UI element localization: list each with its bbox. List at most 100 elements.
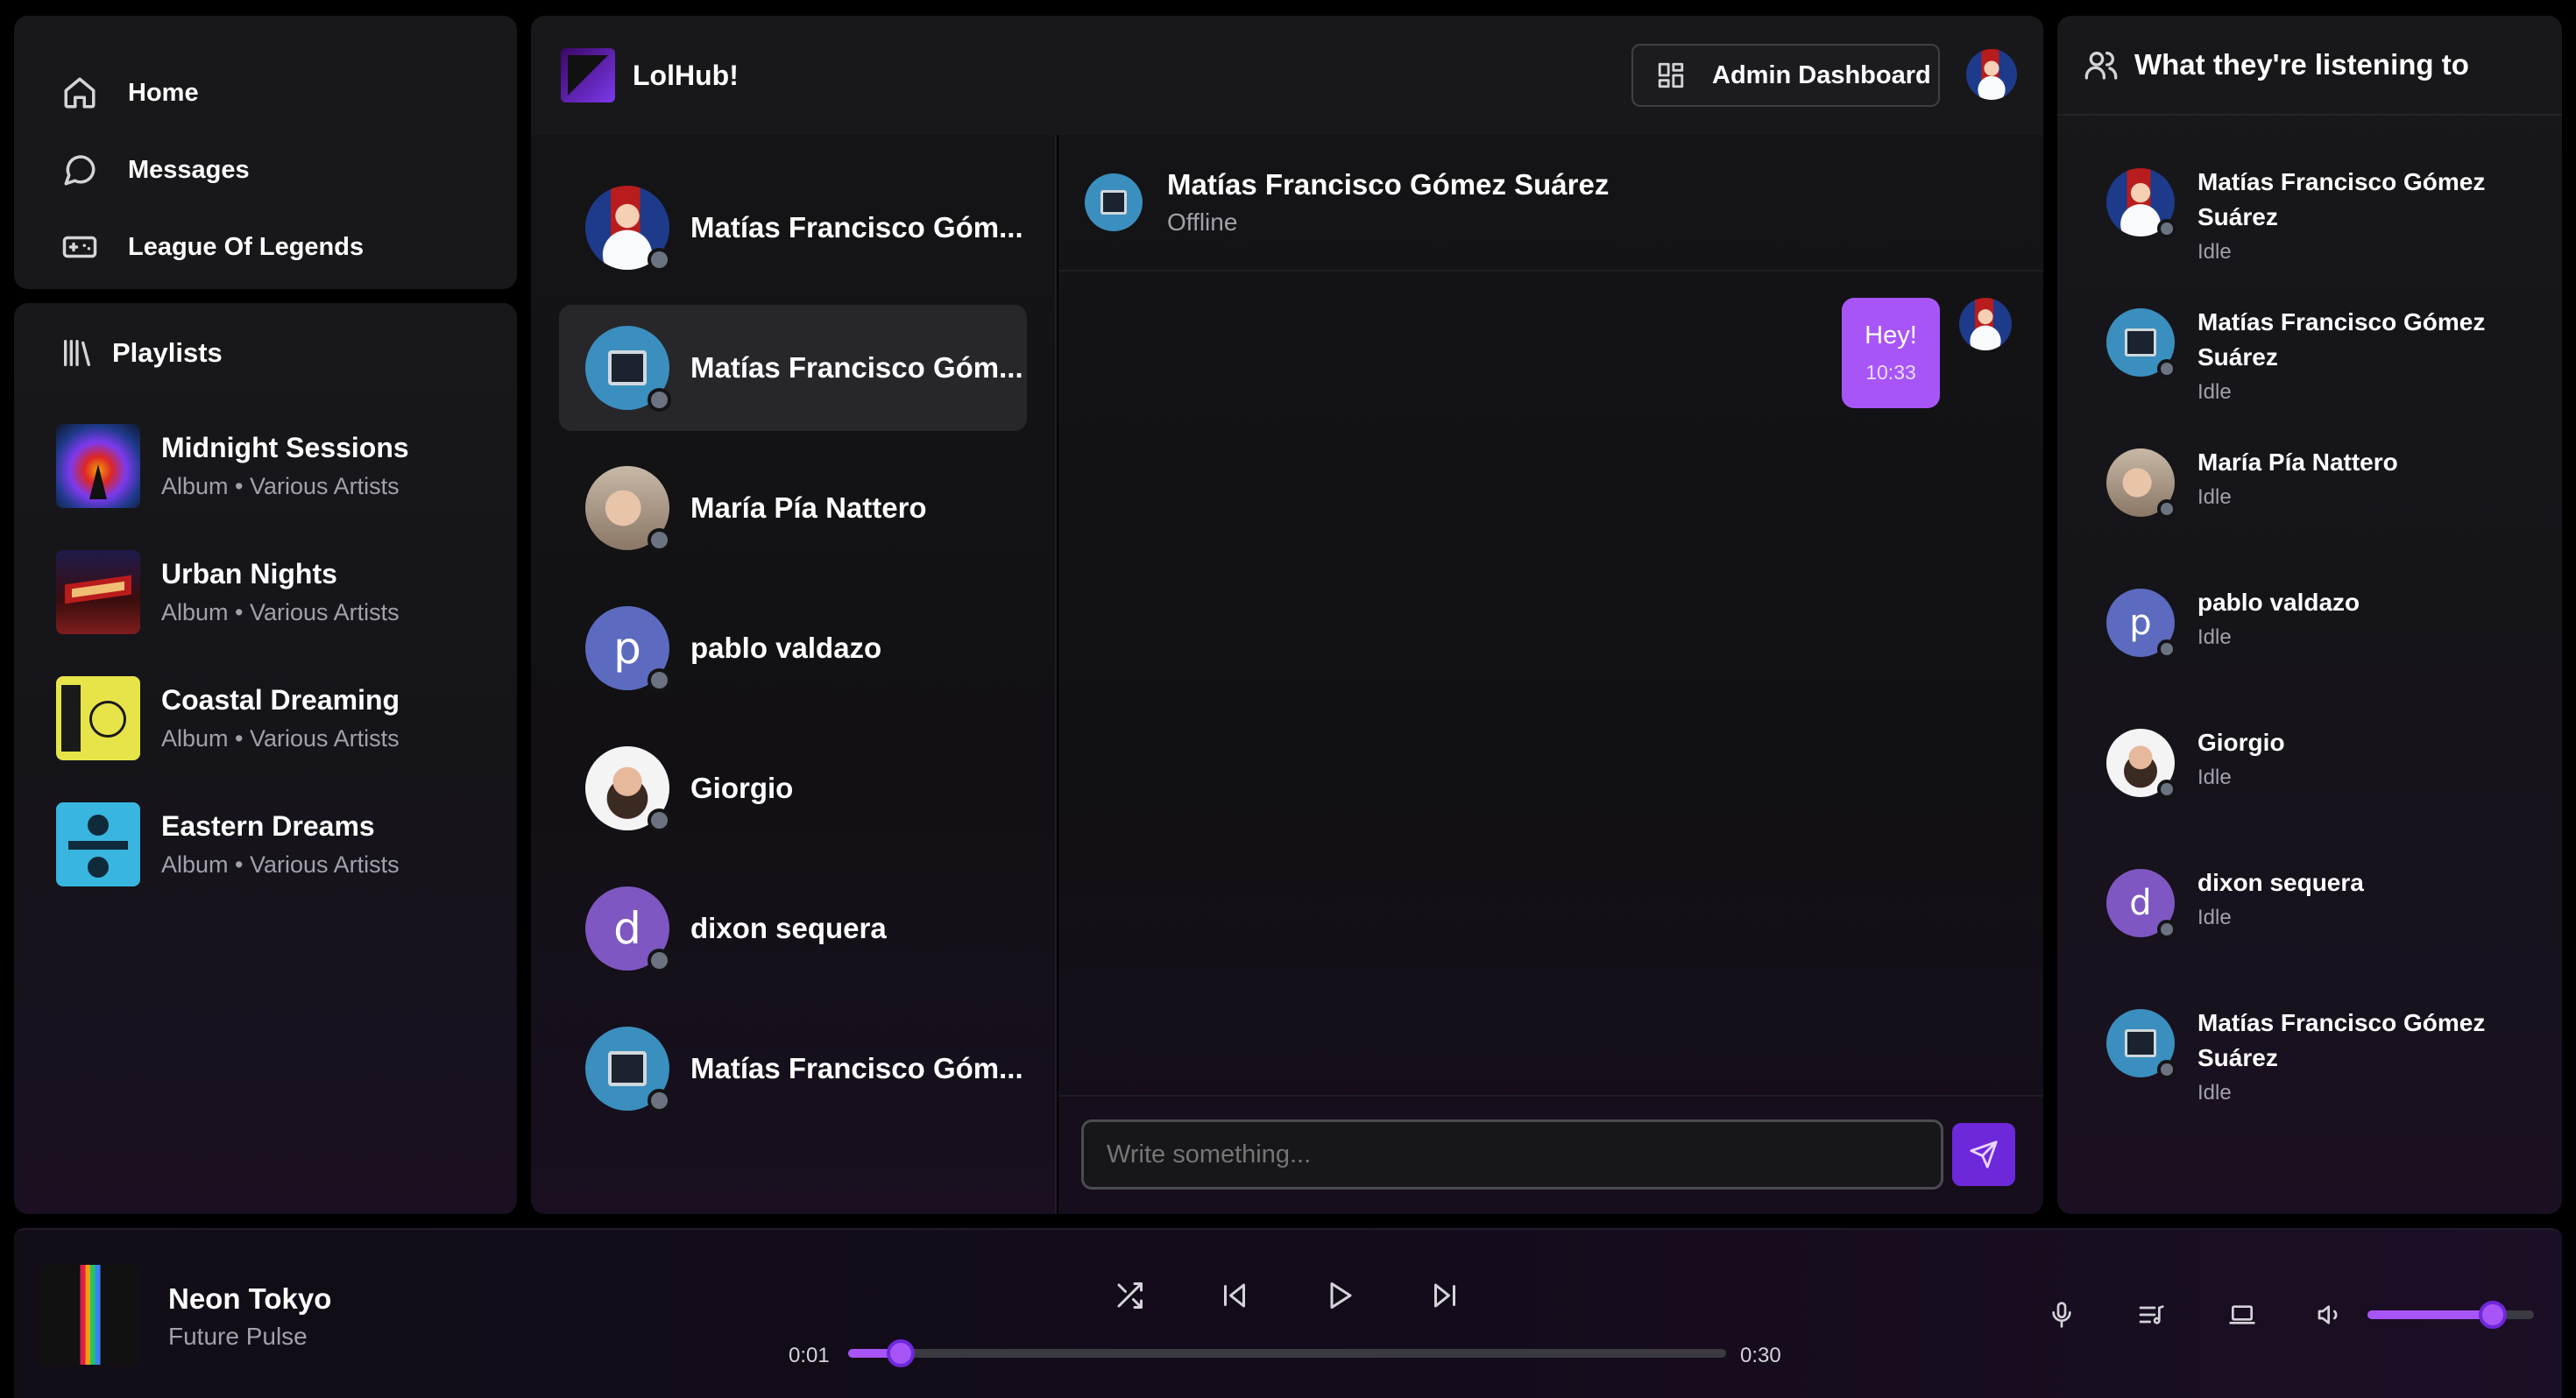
app-header: LolHub! Admin Dashboard — [531, 16, 2043, 135]
chat-list-item[interactable]: Matías Francisco Góm... — [559, 1006, 1027, 1132]
friend-name: dixon sequera — [2197, 869, 2364, 896]
current-time: 0:01 — [789, 1344, 830, 1367]
status-dot — [648, 1089, 671, 1112]
nav-item-league-of-legends[interactable]: League Of Legends — [14, 208, 517, 286]
status-dot — [2157, 780, 2176, 799]
conversation-name: Matías Francisco Gómez Suárez — [1167, 168, 1610, 201]
playlists-panel: Playlists Midnight Sessions Album • Vari… — [14, 303, 517, 1214]
chat-list-item[interactable]: Giorgio — [559, 725, 1027, 851]
friend-name: pablo valdazo — [2197, 589, 2360, 616]
status-dot — [648, 808, 671, 832]
playlist-subtitle: Album • Various Artists — [161, 725, 400, 752]
playlist-item[interactable]: Eastern Dreams Album • Various Artists — [14, 781, 517, 907]
app-logo — [561, 48, 615, 102]
now-playing-title: Neon Tokyo — [168, 1282, 332, 1315]
next-button[interactable] — [1423, 1274, 1467, 1317]
dashboard-grid-icon — [1658, 62, 1684, 88]
friend-activity-item[interactable]: María Pía Nattero Idle — [2057, 445, 2562, 585]
chat-list-item[interactable]: p pablo valdazo — [559, 585, 1027, 711]
playlist-cover — [56, 676, 140, 760]
message-text: Hey! — [1865, 321, 1917, 350]
avatar — [585, 186, 671, 272]
status-dot — [2157, 920, 2176, 939]
friend-activity-item[interactable]: Matías Francisco Gómez Suárez Idle — [2057, 165, 2562, 305]
chat-list-item[interactable]: d dixon sequera — [559, 865, 1027, 992]
friend-name: Giorgio — [2197, 729, 2285, 756]
laptop-icon — [2229, 1305, 2255, 1324]
duration: 0:30 — [1740, 1344, 1781, 1367]
queue-button[interactable] — [2131, 1295, 2171, 1335]
avatar — [2106, 168, 2176, 238]
friend-activity-item[interactable]: d dixon sequera Idle — [2057, 865, 2562, 1006]
devices-button[interactable] — [2222, 1295, 2262, 1335]
playlist-item[interactable]: Urban Nights Album • Various Artists — [14, 529, 517, 655]
avatar — [585, 466, 671, 552]
nav-item-home[interactable]: Home — [14, 54, 517, 131]
nav-item-label: Home — [128, 78, 199, 107]
friend-name: Matías Francisco Gómez Suárez — [2197, 1009, 2486, 1071]
playlist-item[interactable]: Coastal Dreaming Album • Various Artists — [14, 655, 517, 781]
chat-list: Matías Francisco Góm... Matías Francisco… — [531, 135, 1057, 1214]
status-dot — [648, 949, 671, 972]
list-music-icon — [2139, 1305, 2164, 1324]
friend-activity-item[interactable]: Matías Francisco Gómez Suárez Idle — [2057, 305, 2562, 445]
avatar — [585, 326, 671, 412]
friend-status: Idle — [2197, 485, 2232, 509]
message-input[interactable] — [1081, 1119, 1943, 1190]
progress-handle[interactable] — [887, 1339, 916, 1367]
volume-handle[interactable] — [2478, 1301, 2507, 1329]
friend-status: Idle — [2197, 625, 2232, 649]
playlist-subtitle: Album • Various Artists — [161, 851, 400, 878]
nav-item-messages[interactable]: Messages — [14, 131, 517, 208]
friends-activity-header: What they're listening to — [2057, 16, 2562, 116]
friends-activity-title: What they're listening to — [2134, 48, 2469, 81]
friend-activity-item[interactable]: Giorgio Idle — [2057, 725, 2562, 865]
now-playing-artist: Future Pulse — [168, 1323, 308, 1350]
playlist-title: Coastal Dreaming — [161, 684, 400, 716]
conversation-header: Matías Francisco Gómez Suárez Offline — [1058, 135, 2043, 272]
status-dot — [648, 248, 671, 272]
playlist-item[interactable]: Midnight Sessions Album • Various Artist… — [14, 403, 517, 529]
microphone-icon — [2052, 1302, 2071, 1328]
send-button[interactable] — [1952, 1123, 2015, 1186]
mute-button[interactable] — [2310, 1295, 2350, 1335]
app-title: LolHub! — [633, 59, 739, 91]
skip-forward-icon — [1434, 1283, 1455, 1308]
status-dot — [2157, 639, 2176, 659]
avatar: p — [2106, 589, 2176, 659]
play-button[interactable] — [1318, 1274, 1362, 1317]
user-avatar[interactable] — [1966, 49, 2017, 100]
volume-slider[interactable] — [2367, 1301, 2534, 1329]
chat-name: María Pía Nattero — [690, 491, 927, 524]
chat-list-item[interactable]: Matías Francisco Góm... — [559, 165, 1027, 291]
message-composer — [1058, 1095, 2043, 1214]
shuffle-button[interactable] — [1108, 1274, 1151, 1317]
users-icon — [2084, 51, 2118, 80]
avatar — [2106, 448, 2176, 519]
avatar — [585, 1027, 671, 1112]
skip-back-icon — [1224, 1283, 1245, 1308]
avatar — [2106, 729, 2176, 799]
friend-activity-item[interactable]: Matías Francisco Gómez Suárez Idle — [2057, 1006, 2562, 1146]
friend-activity-item[interactable]: p pablo valdazo Idle — [2057, 585, 2562, 725]
friend-status: Idle — [2197, 1081, 2232, 1105]
playlist-title: Urban Nights — [161, 558, 337, 590]
avatar — [1085, 173, 1143, 231]
status-dot — [2157, 359, 2176, 378]
volume-icon — [2318, 1305, 2338, 1324]
message-circle-icon — [64, 155, 96, 186]
chat-list-item[interactable]: Matías Francisco Góm... — [559, 305, 1027, 431]
avatar: d — [585, 886, 671, 972]
chat-name: dixon sequera — [690, 912, 887, 944]
previous-button[interactable] — [1213, 1274, 1256, 1317]
home-icon — [64, 77, 96, 109]
status-dot — [648, 388, 671, 412]
avatar: p — [585, 606, 671, 692]
conversation-status: Offline — [1167, 208, 1238, 236]
gamepad-icon — [62, 236, 97, 258]
lyrics-button[interactable] — [2042, 1295, 2082, 1335]
admin-dashboard-button[interactable]: Admin Dashboard — [1631, 44, 1940, 107]
chat-list-item[interactable]: María Pía Nattero — [559, 445, 1027, 571]
playlist-subtitle: Album • Various Artists — [161, 473, 400, 499]
progress-bar[interactable] — [848, 1339, 1726, 1367]
